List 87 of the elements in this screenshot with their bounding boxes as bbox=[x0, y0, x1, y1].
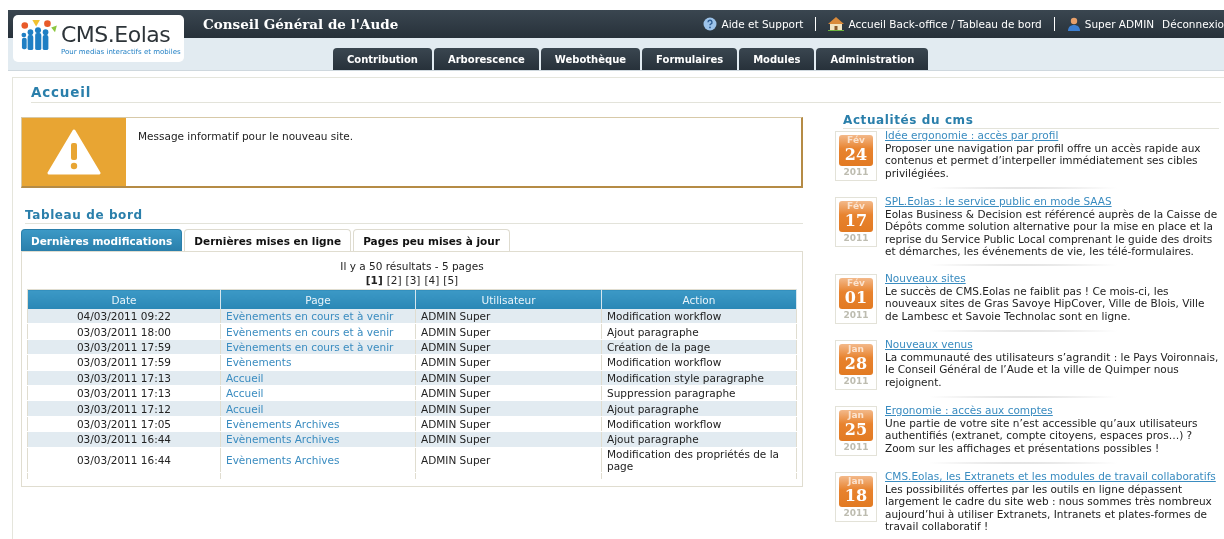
column-header: Date bbox=[27, 289, 221, 309]
results-summary: Il y a 50 résultats - 5 pages bbox=[339, 260, 485, 272]
date-month: Jan bbox=[848, 343, 864, 355]
nav-tab[interactable]: Contribution bbox=[333, 48, 432, 70]
section-title: Tableau de bord bbox=[25, 208, 803, 224]
date-day: 18 bbox=[844, 486, 868, 505]
table-cell: 03/03/2011 17:13 bbox=[27, 385, 221, 401]
page-link[interactable]: Evènements bbox=[220, 354, 416, 371]
news-text: Les possibilités offertes par les outils en ligne dépassent largement le cadre du site web : nous sommes très nombreux aujourd’hui à utiliser Extranets, Intranets et plates-formes de travail collaboratif ! bbox=[885, 482, 1212, 533]
page-link[interactable]: Evènements en cours et à venir bbox=[220, 323, 416, 340]
table-cell: Modification workflow bbox=[601, 416, 797, 432]
page-link[interactable]: Evènements Archives bbox=[220, 447, 416, 472]
table-cell: Modification workflow bbox=[601, 309, 797, 324]
column-header: Action bbox=[601, 289, 797, 309]
table-cell: Modification des propriétés de la page bbox=[601, 447, 797, 472]
date-month: Jan bbox=[848, 475, 864, 487]
page-link[interactable]: Evènements Archives bbox=[220, 416, 416, 432]
table-cell: 03/03/2011 16:44 bbox=[27, 447, 221, 472]
help-icon bbox=[703, 17, 718, 31]
date-day: 17 bbox=[844, 212, 868, 230]
page-link[interactable]: [5] bbox=[443, 274, 459, 286]
header-link[interactable]: Accueil Back-office / Tableau de bord bbox=[828, 17, 1042, 31]
nav-tab[interactable]: Arborescence bbox=[433, 48, 539, 70]
date-month: Fév bbox=[847, 201, 865, 212]
news-text: Proposer une navigation par profil offre un accès rapide aux contenus et permet d’interpeller immédiatement ses cibles privilégiées. bbox=[885, 141, 1201, 179]
table-cell: ADMIN Super bbox=[415, 385, 602, 401]
table-cell: ADMIN Super bbox=[415, 416, 602, 432]
news-text: Une partie de votre site n’est accessible qu’aux utilisateurs authentifiés (extranet, compte citoyens, espaces pros…) ? Zoom sur les affichages et présentations possibles ! bbox=[885, 416, 1198, 454]
date-month: Fév bbox=[847, 135, 865, 146]
column-header: Page bbox=[220, 289, 416, 309]
table-cell: Ajout paragraphe bbox=[601, 323, 797, 340]
dashboard-tab[interactable]: Pages peu mises à jour bbox=[353, 229, 510, 251]
table-cell: 03/03/2011 17:59 bbox=[27, 354, 221, 371]
date-month: Jan bbox=[848, 409, 864, 421]
date-year: 2011 bbox=[843, 440, 869, 454]
people-logo-icon bbox=[19, 18, 57, 52]
date-day: 01 bbox=[844, 288, 868, 307]
news-link[interactable]: Idée ergonomie : accès par profil bbox=[885, 129, 1219, 142]
page-link[interactable]: [4] bbox=[424, 274, 440, 286]
warning-icon bbox=[47, 129, 101, 175]
header-link[interactable]: Déconnexio bbox=[1162, 18, 1224, 30]
page-link[interactable]: [1] bbox=[365, 274, 383, 286]
header-link[interactable]: Aide et Support bbox=[703, 17, 804, 31]
date-day: 25 bbox=[844, 420, 868, 439]
news-text: La communauté des utilisateurs s’agrandit : le Pays Voironnais, le Conseil Général de l’Aude et la ville de Quimper nous rejoignent. bbox=[885, 350, 1219, 388]
nav-tab[interactable]: Modules bbox=[739, 48, 815, 70]
logo-text: CMS.Eolas bbox=[61, 23, 171, 47]
date-year: 2011 bbox=[843, 166, 869, 179]
table-cell: ADMIN Super bbox=[415, 447, 602, 472]
header-link[interactable]: Super ADMIN bbox=[1066, 17, 1155, 31]
nav-tab[interactable]: Formulaires bbox=[642, 48, 738, 70]
dashboard-tab[interactable]: Dernières modifications bbox=[21, 229, 183, 251]
user-icon bbox=[1066, 17, 1081, 31]
nav-tab[interactable]: Administration bbox=[816, 48, 929, 70]
page-link[interactable]: Accueil bbox=[220, 385, 416, 401]
date-year: 2011 bbox=[843, 374, 869, 388]
page-link[interactable]: [2] bbox=[386, 274, 402, 286]
house-icon bbox=[828, 17, 845, 31]
date-year: 2011 bbox=[843, 506, 869, 520]
news-link[interactable]: Nouveaux venus bbox=[885, 337, 1219, 351]
page-title: Accueil bbox=[31, 80, 1221, 103]
news-text: Eolas Business & Decision est référencé auprès de la Caisse de Dépôts comme solution alternative pour la mise en place et la reprise du Service Public Local comprenant le guide des droits et démarches, les événements de vie, les télé-formulaires. bbox=[885, 207, 1218, 258]
date-year: 2011 bbox=[843, 232, 869, 245]
date-month: Fév bbox=[847, 277, 865, 289]
news-link[interactable]: Nouveaux sites bbox=[885, 271, 1219, 285]
news-link[interactable]: CMS.Eolas, les Extranets et les modules de travail collaboratifs bbox=[885, 469, 1219, 483]
news-link[interactable]: Ergonomie : accès aux comptes bbox=[885, 403, 1219, 417]
table-cell: 03/03/2011 17:05 bbox=[27, 416, 221, 432]
table-cell: ADMIN Super bbox=[415, 309, 602, 324]
table-cell: 04/03/2011 09:22 bbox=[27, 309, 221, 324]
nav-tab[interactable]: Webothèque bbox=[540, 48, 641, 70]
dashboard-tab[interactable]: Dernières mises en ligne bbox=[184, 229, 352, 251]
news-link[interactable]: SPL.Eolas : le service public en mode SAAS bbox=[885, 195, 1219, 208]
page-link[interactable]: [3] bbox=[405, 274, 421, 286]
news-text: Le succès de CMS.Eolas ne faiblit pas ! Ce mois-ci, les nouveaux sites de Gras Savoye HipCover, Ville de Blois, Ville de Lambesc et Savoie Technolac sont en ligne. bbox=[885, 284, 1205, 322]
date-year: 2011 bbox=[843, 308, 869, 322]
date-day: 24 bbox=[844, 146, 868, 164]
table-cell: 03/03/2011 18:00 bbox=[27, 323, 221, 340]
alert-message: Message informatif pour le nouveau site. bbox=[138, 130, 354, 144]
table-cell: ADMIN Super bbox=[415, 323, 602, 340]
section-title: Actualités du cms bbox=[843, 113, 1219, 129]
date-day: 28 bbox=[844, 354, 868, 373]
table-cell: ADMIN Super bbox=[415, 354, 602, 371]
table-cell: Suppression paragraphe bbox=[601, 385, 797, 401]
table-cell: Modification workflow bbox=[601, 354, 797, 371]
site-title: Conseil Général de l'Aude bbox=[203, 16, 399, 32]
column-header: Utilisateur bbox=[415, 289, 602, 309]
